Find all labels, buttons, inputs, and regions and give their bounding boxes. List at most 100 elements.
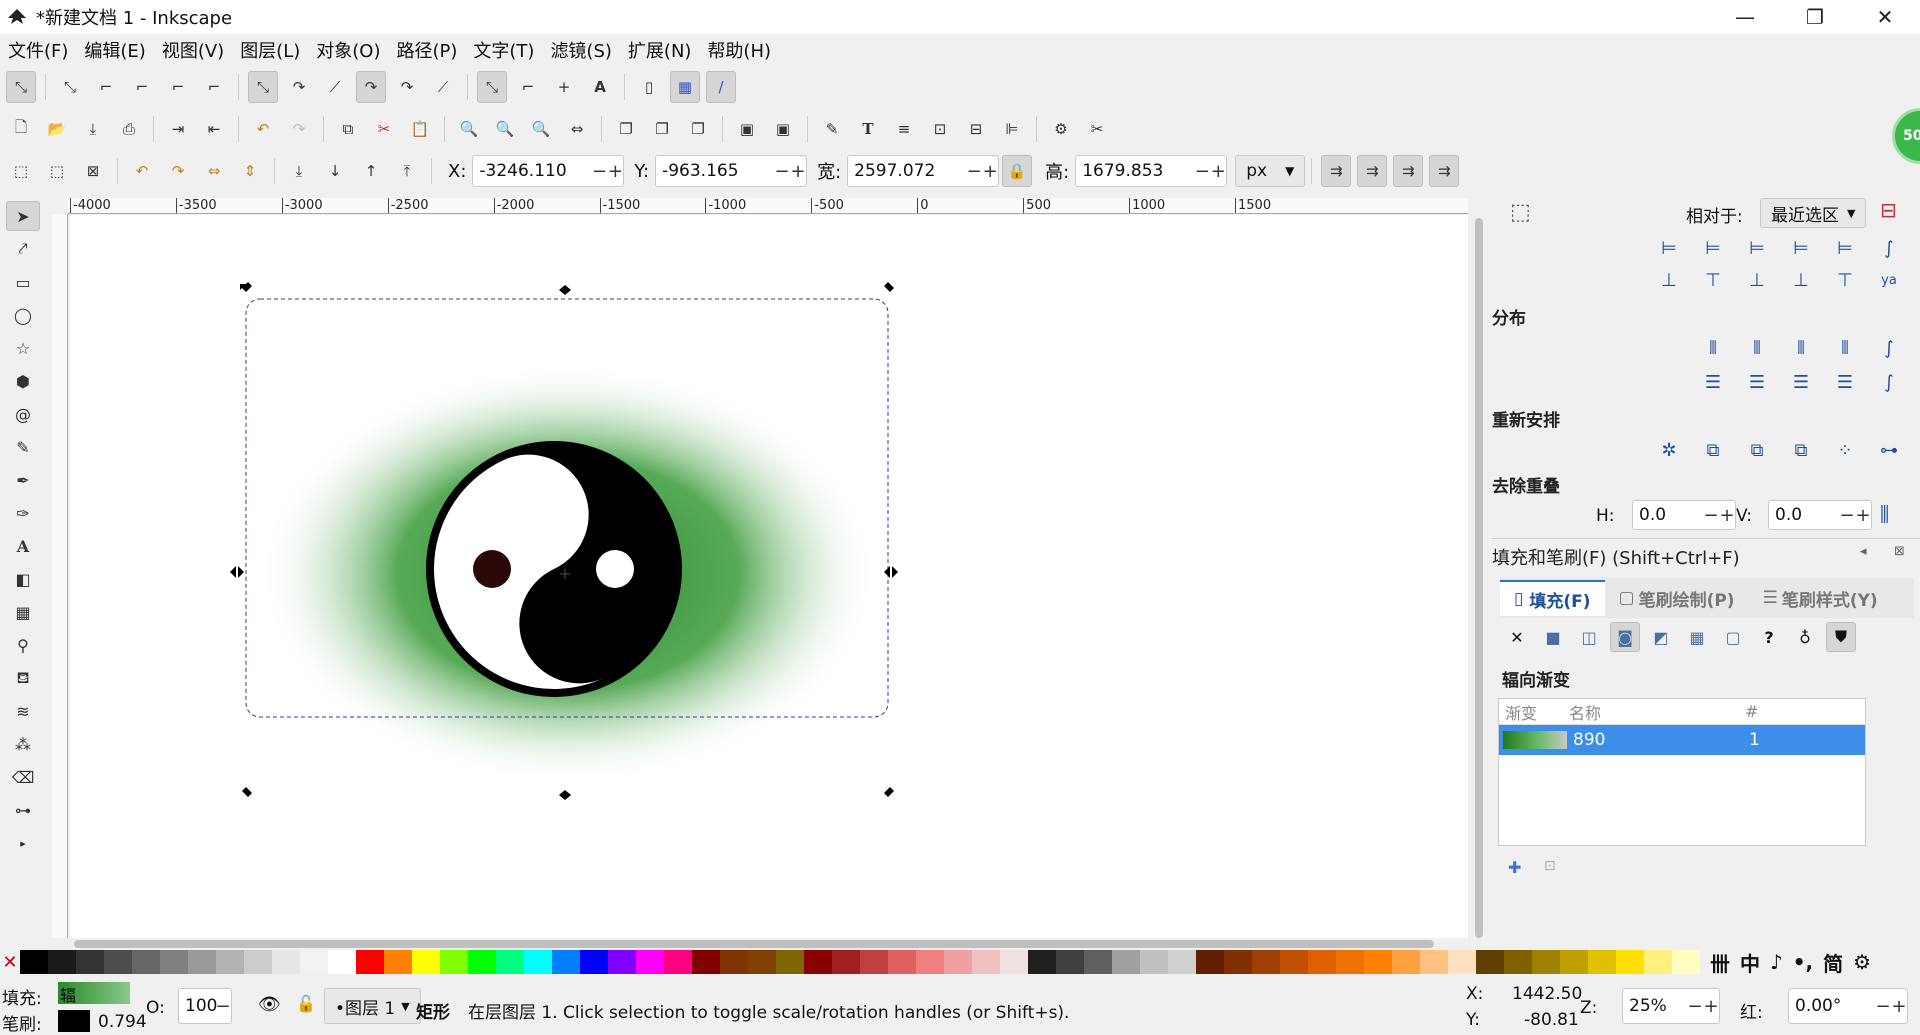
color-swatch[interactable] bbox=[468, 950, 496, 974]
snap-grid-icon[interactable]: ▦ bbox=[670, 71, 700, 103]
snap-text-baseline-icon[interactable]: A bbox=[585, 71, 615, 103]
exchange-clockwise-icon[interactable]: ⧉ bbox=[1740, 436, 1774, 464]
distribute-right-icon[interactable]: ⫴ bbox=[1784, 334, 1818, 362]
close-button[interactable]: ✕ bbox=[1850, 0, 1920, 34]
color-swatch[interactable] bbox=[1252, 950, 1280, 974]
left-ruler[interactable] bbox=[52, 214, 68, 938]
spray-tool-icon[interactable]: ⁂ bbox=[6, 729, 40, 759]
unset-paint-icon[interactable]: ? bbox=[1754, 622, 1784, 652]
linear-gradient-icon[interactable]: ◫ bbox=[1574, 622, 1604, 652]
color-swatch[interactable] bbox=[328, 950, 356, 974]
copy-icon[interactable]: ⧉ bbox=[333, 113, 363, 145]
width-value[interactable]: 2597.072 bbox=[848, 161, 966, 181]
opacity-field[interactable]: 100 − bbox=[178, 988, 232, 1024]
color-swatch[interactable] bbox=[1392, 950, 1420, 974]
minimize-button[interactable]: — bbox=[1710, 0, 1780, 34]
minus-icon[interactable]: − bbox=[1875, 996, 1891, 1017]
color-swatch[interactable] bbox=[524, 950, 552, 974]
align-top-icon[interactable]: ⊤ bbox=[1696, 266, 1730, 294]
color-swatch[interactable] bbox=[804, 950, 832, 974]
width-field[interactable]: 2597.072 − + bbox=[847, 155, 1000, 187]
h-gap-field[interactable]: 0.0 − + bbox=[1632, 500, 1736, 530]
align-right-edge-icon[interactable]: ⊨ bbox=[1652, 234, 1686, 262]
transform-gradients-icon[interactable]: ⇉ bbox=[1393, 155, 1424, 187]
preferences-icon[interactable]: ⚙ bbox=[1046, 113, 1076, 145]
add-gradient-icon[interactable]: ✚ bbox=[1508, 858, 1521, 877]
align-right-icon[interactable]: ⊨ bbox=[1784, 234, 1818, 262]
layer-select[interactable]: •图层 1 ▼ bbox=[324, 988, 421, 1024]
color-swatch[interactable] bbox=[1028, 950, 1056, 974]
align-left-icon[interactable]: ⊨ bbox=[1696, 234, 1730, 262]
no-color-swatch[interactable]: ✕ bbox=[0, 950, 20, 974]
menu-text[interactable]: 文字(T) bbox=[465, 37, 542, 63]
color-swatch[interactable] bbox=[860, 950, 888, 974]
color-swatch[interactable] bbox=[1196, 950, 1224, 974]
connector-tool-icon[interactable]: ⊶ bbox=[6, 795, 40, 825]
snap-guide-icon[interactable]: / bbox=[706, 71, 736, 103]
fill-swatch[interactable]: 辐 bbox=[58, 982, 130, 1005]
swatch-icon[interactable]: ▢ bbox=[1718, 622, 1748, 652]
clone-icon[interactable]: ❐ bbox=[647, 113, 677, 145]
cut-icon[interactable]: ✂ bbox=[369, 113, 399, 145]
snap-intersection-icon[interactable]: ⟋ bbox=[320, 71, 350, 103]
zoom-value[interactable]: 25% bbox=[1623, 996, 1687, 1016]
bbox-icon[interactable]: ⬚ bbox=[1510, 200, 1531, 225]
color-swatch[interactable] bbox=[664, 950, 692, 974]
align-nodes-icon[interactable]: ⊶ bbox=[1872, 436, 1906, 464]
distribute-bottom-icon[interactable]: ☰ bbox=[1784, 368, 1818, 396]
ime-settings-icon[interactable]: ⚙ bbox=[1853, 950, 1871, 974]
color-swatch[interactable] bbox=[1280, 950, 1308, 974]
color-swatch[interactable] bbox=[944, 950, 972, 974]
snap-cusp-icon[interactable]: ↷ bbox=[356, 71, 386, 103]
color-swatch[interactable] bbox=[48, 950, 76, 974]
new-document-icon[interactable]: 🗋 bbox=[6, 113, 36, 145]
opacity-value[interactable]: 100 bbox=[179, 996, 217, 1016]
distribute-gaps-v-icon[interactable]: ☰ bbox=[1828, 368, 1862, 396]
color-swatch[interactable] bbox=[1616, 950, 1644, 974]
paint-bucket-tool-icon[interactable]: ⛾ bbox=[6, 663, 40, 693]
transform-patterns-icon[interactable]: ⇉ bbox=[1429, 155, 1460, 187]
color-swatch[interactable] bbox=[1644, 950, 1672, 974]
maximize-button[interactable]: ❐ bbox=[1780, 0, 1850, 34]
x-field[interactable]: -3246.110 − + bbox=[472, 155, 625, 187]
color-swatch[interactable] bbox=[1224, 950, 1252, 974]
color-swatch[interactable] bbox=[76, 950, 104, 974]
v-gap-field[interactable]: 0.0 − + bbox=[1768, 500, 1872, 530]
color-swatch[interactable] bbox=[832, 950, 860, 974]
tools-icon[interactable]: ✂ bbox=[1082, 113, 1112, 145]
color-swatch[interactable] bbox=[1112, 950, 1140, 974]
color-swatch[interactable] bbox=[720, 950, 748, 974]
expand-toolbox-icon[interactable]: ▸ bbox=[6, 828, 40, 858]
import-icon[interactable]: ⇥ bbox=[163, 113, 193, 145]
color-swatch[interactable] bbox=[1560, 950, 1588, 974]
spiral-tool-icon[interactable]: @ bbox=[6, 399, 40, 429]
selector-tool-icon[interactable]: ➤ bbox=[6, 201, 40, 231]
color-swatch[interactable] bbox=[580, 950, 608, 974]
distribute-left-icon[interactable]: ⫴ bbox=[1696, 334, 1730, 362]
dock-close-icon[interactable]: ⊠ bbox=[1894, 544, 1905, 559]
snap-smooth-icon[interactable]: ↷ bbox=[392, 71, 422, 103]
mesh-gradient-icon[interactable]: ◩ bbox=[1646, 622, 1676, 652]
fill-rule-evenodd-icon[interactable]: ♁ bbox=[1790, 622, 1820, 652]
h-gap-value[interactable]: 0.0 bbox=[1633, 505, 1703, 525]
minus-icon[interactable]: − bbox=[966, 161, 982, 182]
plus-icon[interactable]: + bbox=[1703, 996, 1719, 1017]
color-swatch[interactable] bbox=[440, 950, 468, 974]
snap-page-icon[interactable]: ▯ bbox=[634, 71, 664, 103]
distribute-baseline-h-icon[interactable]: ∫ bbox=[1872, 334, 1906, 362]
color-swatch[interactable] bbox=[916, 950, 944, 974]
scroll-thumb[interactable] bbox=[74, 940, 1434, 948]
color-swatch[interactable] bbox=[356, 950, 384, 974]
ellipse-tool-icon[interactable]: ◯ bbox=[6, 300, 40, 330]
select-all-icon[interactable]: ⬚ bbox=[6, 155, 36, 187]
unclump-icon[interactable]: ⁘ bbox=[1828, 436, 1862, 464]
minus-icon[interactable]: − bbox=[591, 161, 607, 182]
col-gradient[interactable]: 渐变 bbox=[1499, 700, 1569, 724]
canvas[interactable] bbox=[70, 215, 1468, 938]
gradient-tool-icon[interactable]: ◧ bbox=[6, 564, 40, 594]
snap-bbox-corner-icon[interactable]: ⌐ bbox=[127, 71, 157, 103]
menu-help[interactable]: 帮助(H) bbox=[699, 37, 779, 63]
color-swatch[interactable] bbox=[1140, 950, 1168, 974]
stroke-width-value[interactable]: 0.794 bbox=[98, 1012, 147, 1032]
remove-overlap-icon[interactable]: ⫼ bbox=[1880, 502, 1889, 526]
